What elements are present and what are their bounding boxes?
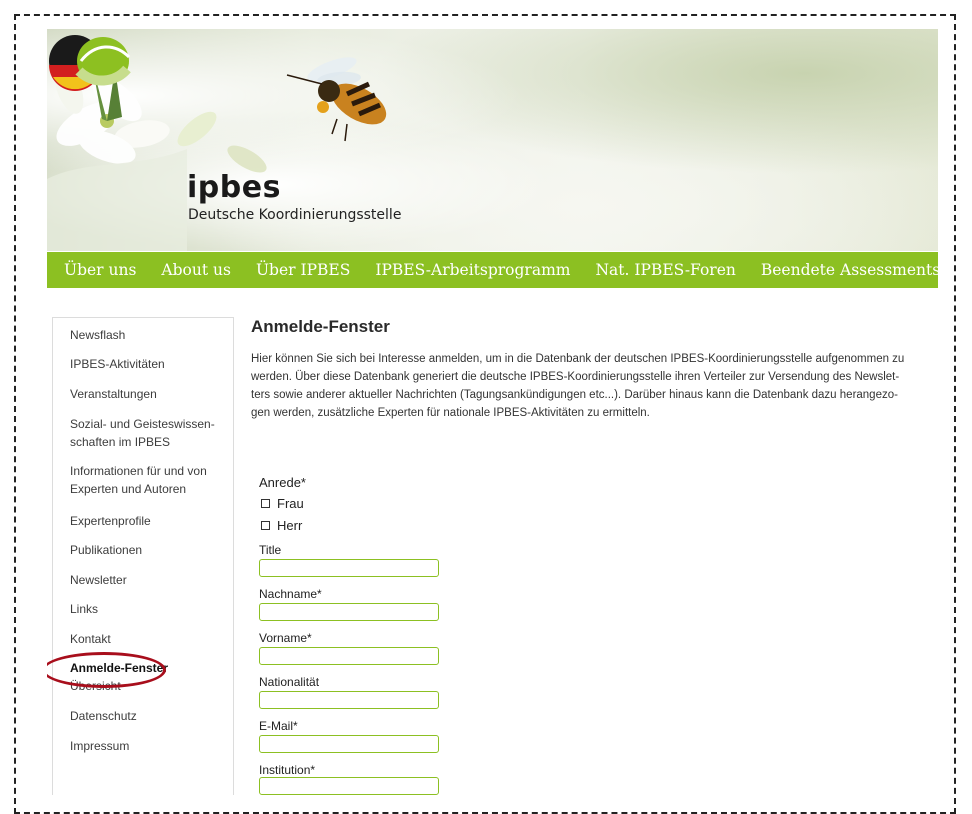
nav-ueber-ipbes[interactable]: Über IPBES [256,261,350,279]
nachname-input[interactable] [259,603,439,621]
sidebar-item-sozialwissenschaften[interactable]: Sozial- und Geisteswissen- [70,415,215,433]
nav-arbeitsprogramm[interactable]: IPBES-Arbeitsprogramm [375,261,570,279]
bee-icon [286,57,387,142]
sidebar-item-informationen-line2[interactable]: Experten und Autoren [70,480,186,498]
nav-ueber-uns[interactable]: Über uns [64,261,136,279]
title-input[interactable] [259,559,439,577]
logo-subtitle: Deutsche Koordinierungsstelle [188,207,402,223]
vorname-label: Vorname* [259,631,312,645]
sidebar-item-datenschutz[interactable]: Datenschutz [70,707,137,725]
ipbes-logo-icon [49,35,131,91]
header-banner: ipbes Deutsche Koordinierungsstelle [47,29,938,251]
email-label: E-Mail* [259,719,298,733]
sidebar-item-veranstaltungen[interactable]: Veranstaltungen [70,385,157,403]
nationalitaet-input[interactable] [259,691,439,709]
sidebar-item-newsletter[interactable]: Newsletter [70,571,127,589]
banner-photo [47,57,387,251]
nav-foren[interactable]: Nat. IPBES-Foren [595,261,735,279]
email-input[interactable] [259,735,439,753]
sidebar-item-kontakt[interactable]: Kontakt [70,630,111,648]
top-navigation: Über uns About us Über IPBES IPBES-Arbei… [47,252,938,288]
nav-assessments[interactable]: Beendete Assessments [761,261,938,279]
institution-input[interactable] [259,777,439,795]
sidebar-item-publikationen[interactable]: Publikationen [70,541,142,559]
sidebar-item-informationen[interactable]: Informationen für und von [70,462,207,480]
sidebar: Newsflash IPBES-Aktivitäten Veranstaltun… [52,317,234,795]
nationalitaet-label: Nationalität [259,675,320,689]
vorname-input[interactable] [259,647,439,665]
highlight-ring [47,652,166,688]
intro-text: Hier können Sie sich bei Interesse anmel… [251,353,905,419]
nav-about-us[interactable]: About us [161,261,231,279]
nachname-label: Nachname* [259,587,322,601]
institution-label: Institution* [259,763,316,777]
anrede-label: Anrede* [259,475,306,490]
sidebar-item-expertenprofile[interactable]: Expertenprofile [70,512,151,530]
sidebar-item-sozialwissenschaften-line2[interactable]: schaften im IPBES [70,433,170,451]
sidebar-item-impressum[interactable]: Impressum [70,737,129,755]
title-label: Title [259,543,282,557]
sidebar-item-links[interactable]: Links [70,600,98,618]
checkbox-frau[interactable] [261,499,270,508]
logo-title: ipbes [187,170,281,205]
sidebar-item-aktivitaeten[interactable]: IPBES-Aktivitäten [70,355,165,373]
page-title: Anmelde-Fenster [251,317,390,336]
checkbox-herr[interactable] [261,521,270,530]
option-herr[interactable]: Herr [261,518,302,533]
website: ipbes Deutsche Koordinierungsstelle Über… [47,29,938,795]
sidebar-item-newsflash[interactable]: Newsflash [70,326,125,344]
option-frau[interactable]: Frau [261,496,304,511]
